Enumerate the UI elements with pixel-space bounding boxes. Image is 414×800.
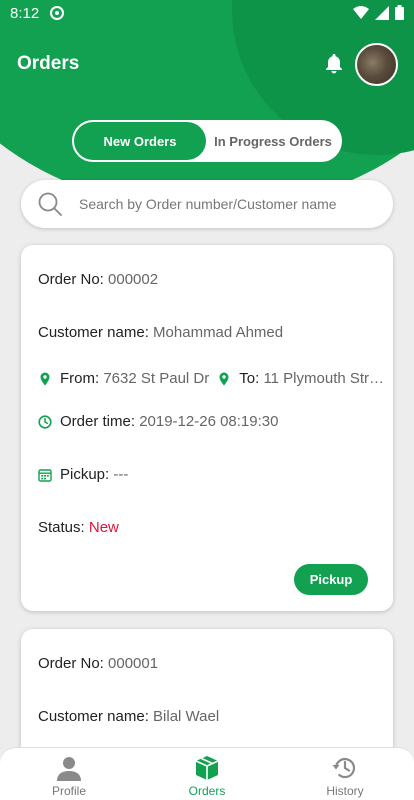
from-value: 7632 St Paul Dr [103, 370, 210, 387]
notification-bell-icon[interactable] [322, 52, 346, 76]
pickup-button[interactable]: Pickup [294, 564, 368, 595]
pickup-row: Pickup: --- [38, 466, 128, 483]
order-number-label: Order No: [38, 271, 104, 288]
customer-value: Mohammad Ahmed [153, 324, 284, 341]
pickup-value: --- [113, 466, 129, 483]
order-time-row: Order time: 2019-12-26 08:19:30 [38, 413, 278, 430]
location-pin-icon [219, 372, 229, 385]
search-input[interactable] [79, 196, 369, 212]
status-value: New [88, 519, 119, 536]
order-time-value: 2019-12-26 08:19:30 [139, 413, 279, 430]
nav-item-profile[interactable]: Profile [0, 748, 138, 800]
tab-in-progress-orders[interactable]: In Progress Orders [206, 122, 340, 160]
search-icon [38, 192, 62, 216]
nav-item-history[interactable]: History [276, 748, 414, 800]
battery-icon [395, 5, 404, 20]
search-bar [21, 180, 393, 228]
tab-new-orders[interactable]: New Orders [74, 122, 206, 160]
wifi-icon [353, 5, 369, 19]
page-title: Orders [17, 53, 80, 74]
location-row: From: 7632 St Paul Dr To: 11 Plymouth St… [38, 370, 385, 387]
status-row: Status: New [38, 519, 119, 536]
avatar[interactable] [355, 43, 398, 86]
customer-label: Customer name: [38, 324, 149, 341]
customer-label: Customer name: [38, 708, 149, 725]
order-card[interactable]: Order No: 000002 Customer name: Mohammad… [21, 245, 393, 611]
order-time-label: Order time: [60, 413, 136, 430]
history-icon [332, 758, 356, 779]
from-label: From: [60, 370, 100, 387]
status-bar: 8:12 [0, 0, 414, 26]
header [0, 0, 414, 200]
status-label: Status: [38, 519, 85, 536]
status-time: 8:12 [10, 4, 40, 22]
signal-icon [375, 5, 389, 20]
box-icon [195, 756, 219, 780]
to-label: To: [239, 370, 260, 387]
order-number-value: 000001 [108, 655, 159, 672]
clock-icon [38, 414, 52, 429]
customer-row: Customer name: Mohammad Ahmed [38, 324, 283, 341]
nav-item-orders[interactable]: Orders [138, 748, 276, 800]
bottom-navigation: Profile Orders History [0, 747, 414, 800]
order-number-row: Order No: 000001 [38, 655, 158, 672]
order-number-label: Order No: [38, 655, 104, 672]
person-icon [57, 757, 81, 781]
app-notification-icon [50, 6, 65, 20]
nav-label-history: History [326, 784, 364, 798]
customer-row: Customer name: Bilal Wael [38, 708, 219, 725]
to-value: 11 Plymouth Street [263, 370, 386, 387]
order-number-value: 000002 [108, 271, 159, 288]
location-pin-icon [40, 372, 50, 385]
order-tabs: New Orders In Progress Orders [72, 120, 342, 162]
order-number-row: Order No: 000002 [38, 271, 158, 288]
nav-label-profile: Profile [51, 784, 86, 798]
calendar-icon [38, 468, 52, 482]
customer-value: Bilal Wael [153, 708, 220, 725]
pickup-label: Pickup: [60, 466, 110, 483]
nav-label-orders: Orders [188, 784, 226, 798]
